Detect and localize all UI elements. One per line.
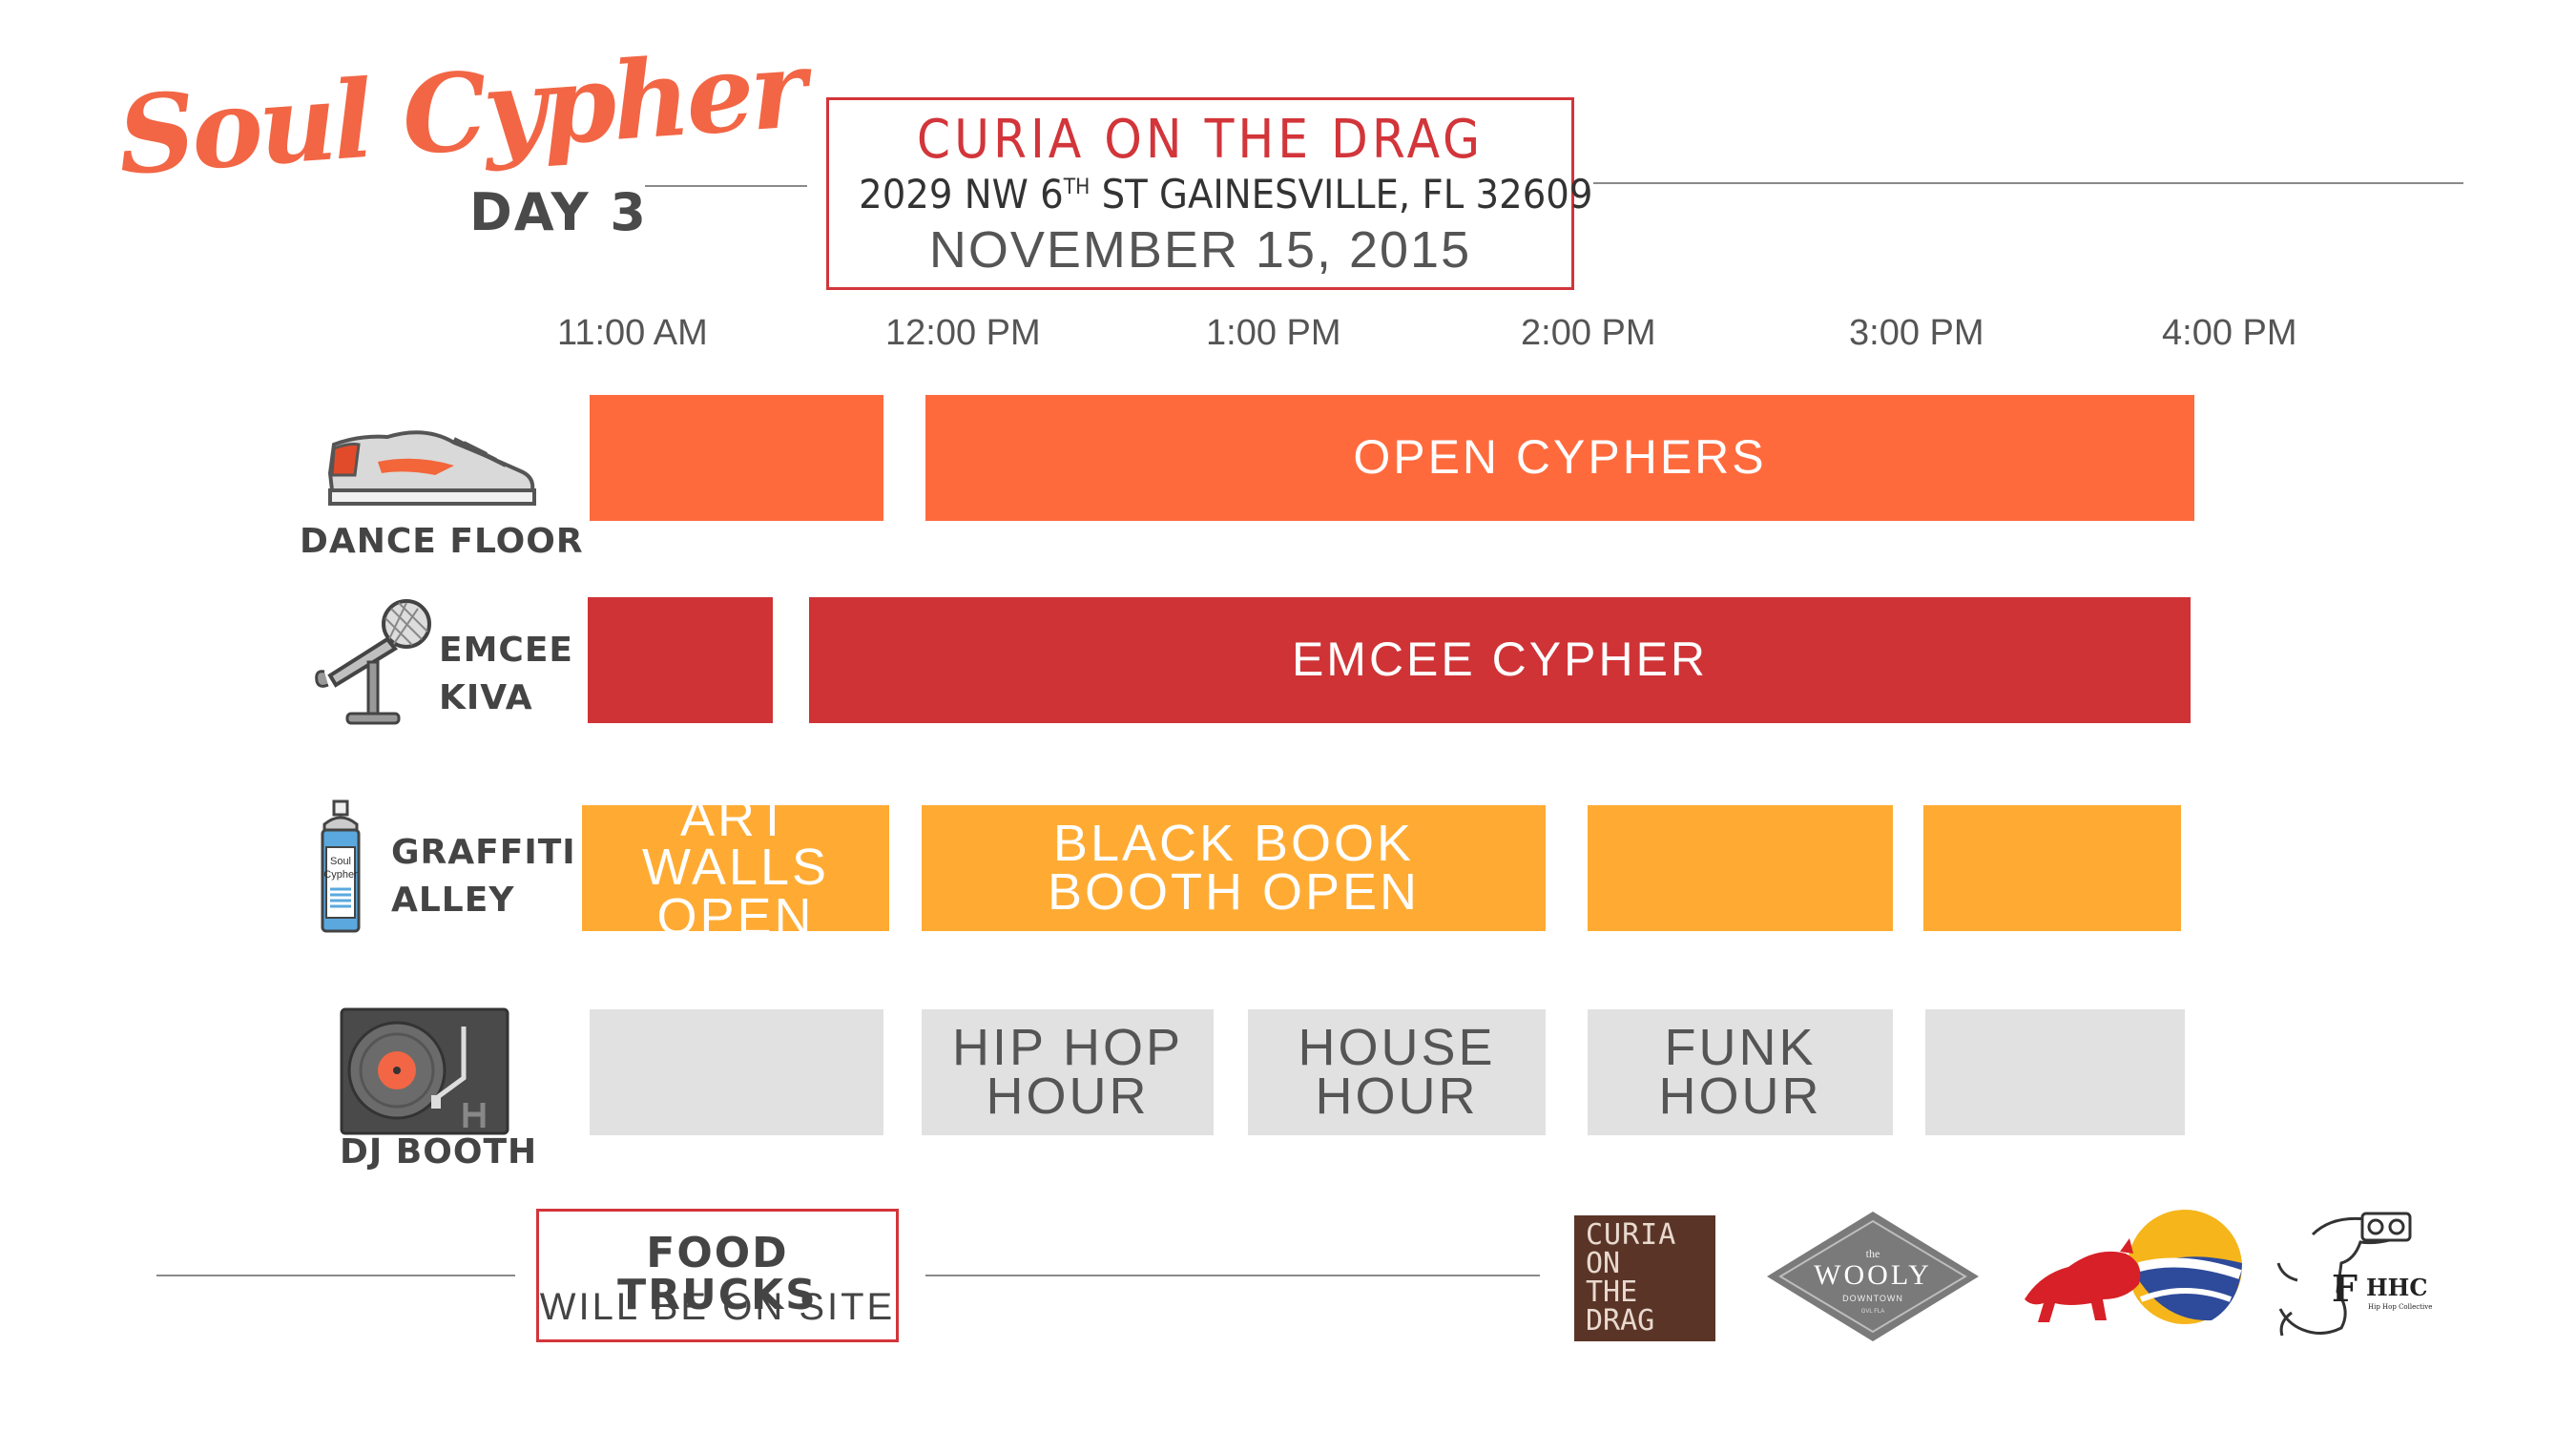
curia-logo-line-3: THE: [1586, 1275, 1638, 1309]
spray-can-icon: Soul Cypher: [319, 799, 363, 935]
wooly-logo-small: the: [1866, 1247, 1880, 1260]
dj-block-funk-line-2: HOUR: [1658, 1068, 1822, 1125]
dance-block-open-cyphers: OPEN CYPHERS: [925, 395, 2194, 521]
spray-can-text-soul: Soul: [330, 856, 351, 867]
venue-box: CURIA ON THE DRAG 2029 NW 6TH ST GAINESV…: [826, 97, 1592, 290]
curia-logo-line-4: DRAG: [1586, 1304, 1655, 1338]
graffiti-block-art-walls: ART WALLS OPEN: [582, 793, 889, 943]
emcee-block-1: [588, 597, 773, 723]
hhc-logo-sub: Hip Hop Collective: [2368, 1303, 2432, 1311]
footer-rule-right: [925, 1275, 1540, 1276]
dance-block-1: [590, 395, 883, 521]
dj-block-house-hour: HOUSE HOUR: [1248, 1009, 1546, 1135]
row-label-dance-floor: DANCE FLOOR: [300, 522, 584, 561]
time-label-4pm: 4:00 PM: [2162, 313, 2297, 353]
graffiti-block-3: [1588, 805, 1893, 931]
hhc-logo-letter: F: [2332, 1267, 2358, 1310]
graffiti-block-black-book: BLACK BOOK BOOTH OPEN: [922, 805, 1546, 931]
graffiti-block-art-walls-line-2: OPEN: [656, 887, 815, 945]
header-rule-left: [645, 185, 807, 187]
curia-logo-line-2: ON: [1586, 1247, 1621, 1280]
time-label-1pm: 1:00 PM: [1206, 313, 1341, 353]
row-label-alley: ALLEY: [391, 881, 515, 920]
time-label-12pm: 12:00 PM: [885, 313, 1041, 353]
dj-block-hip-hop-line-2: HOUR: [986, 1068, 1150, 1125]
graffiti-block-art-walls-line-1: ART WALLS: [641, 790, 830, 897]
dj-block-house-line-1: HOUSE: [1298, 1018, 1496, 1076]
venue-name: CURIA ON THE DRAG: [916, 109, 1485, 171]
venue-address: 2029 NW 6TH ST GAINESVILLE, FL 32609: [859, 175, 1592, 215]
curia-logo: CURIA ON THE DRAG: [1574, 1215, 1715, 1341]
day-label: DAY 3: [469, 182, 648, 242]
graffiti-block-black-book-line-1: BLACK BOOK: [1052, 814, 1415, 872]
wooly-logo-sub: DOWNTOWN: [1842, 1294, 1903, 1303]
venue-address-suffix: TH: [1063, 176, 1091, 199]
emcee-block-emcee-cypher: EMCEE CYPHER: [809, 597, 2191, 723]
turntable-icon: [340, 1007, 509, 1135]
hhc-logo-name: HHC: [2366, 1274, 2427, 1301]
venue-date: NOVEMBER 15, 2015: [928, 221, 1472, 279]
dj-block-5: [1925, 1009, 2185, 1135]
row-label-graffiti: GRAFFITI: [391, 833, 576, 872]
footer-rule-left: [156, 1275, 515, 1276]
dj-block-hip-hop-hour: HIP HOP HOUR: [922, 1009, 1214, 1135]
venue-address-rest: ST GAINESVILLE, FL 32609: [1090, 171, 1593, 218]
food-trucks-subtitle: WILL BE ON SITE: [539, 1286, 896, 1328]
dj-block-hip-hop-line-1: HIP HOP: [951, 1018, 1184, 1076]
dj-block-funk-line-1: FUNK: [1664, 1018, 1817, 1076]
row-label-kiva: KIVA: [439, 678, 533, 717]
wooly-logo-name: WOOLY: [1814, 1259, 1932, 1291]
time-label-3pm: 3:00 PM: [1849, 313, 1984, 353]
curia-logo-line-1: CURIA: [1586, 1218, 1677, 1252]
red-bull-logo: [2021, 1208, 2250, 1339]
wooly-logo: the WOOLY DOWNTOWN GVL FLA: [1763, 1208, 1983, 1345]
spray-can-text-cypher: Cypher: [323, 869, 358, 881]
row-label-emcee: EMCEE: [439, 631, 574, 670]
header-rule-right: [1593, 182, 2463, 184]
time-label-2pm: 2:00 PM: [1521, 313, 1656, 353]
microphone-icon: [311, 595, 441, 729]
row-label-dj-booth: DJ BOOTH: [340, 1132, 538, 1172]
graffiti-block-black-book-line-2: BOOTH OPEN: [1047, 863, 1421, 921]
wooly-logo-tiny: GVL FLA: [1861, 1309, 1884, 1315]
venue-address-number: 2029 NW 6: [859, 171, 1064, 218]
soul-cypher-logo: Soul Cypher: [114, 27, 807, 199]
dj-block-funk-hour: FUNK HOUR: [1588, 1009, 1893, 1135]
time-label-11am: 11:00 AM: [557, 313, 708, 353]
graffiti-block-4: [1923, 805, 2181, 931]
hhc-logo: F HHC Hip Hop Collective: [2275, 1206, 2452, 1345]
dj-block-1: [590, 1009, 883, 1135]
dj-block-house-line-2: HOUR: [1315, 1068, 1479, 1125]
food-trucks-box: FOOD TRUCKS WILL BE ON SITE: [536, 1209, 899, 1342]
sneaker-icon: [321, 416, 542, 511]
